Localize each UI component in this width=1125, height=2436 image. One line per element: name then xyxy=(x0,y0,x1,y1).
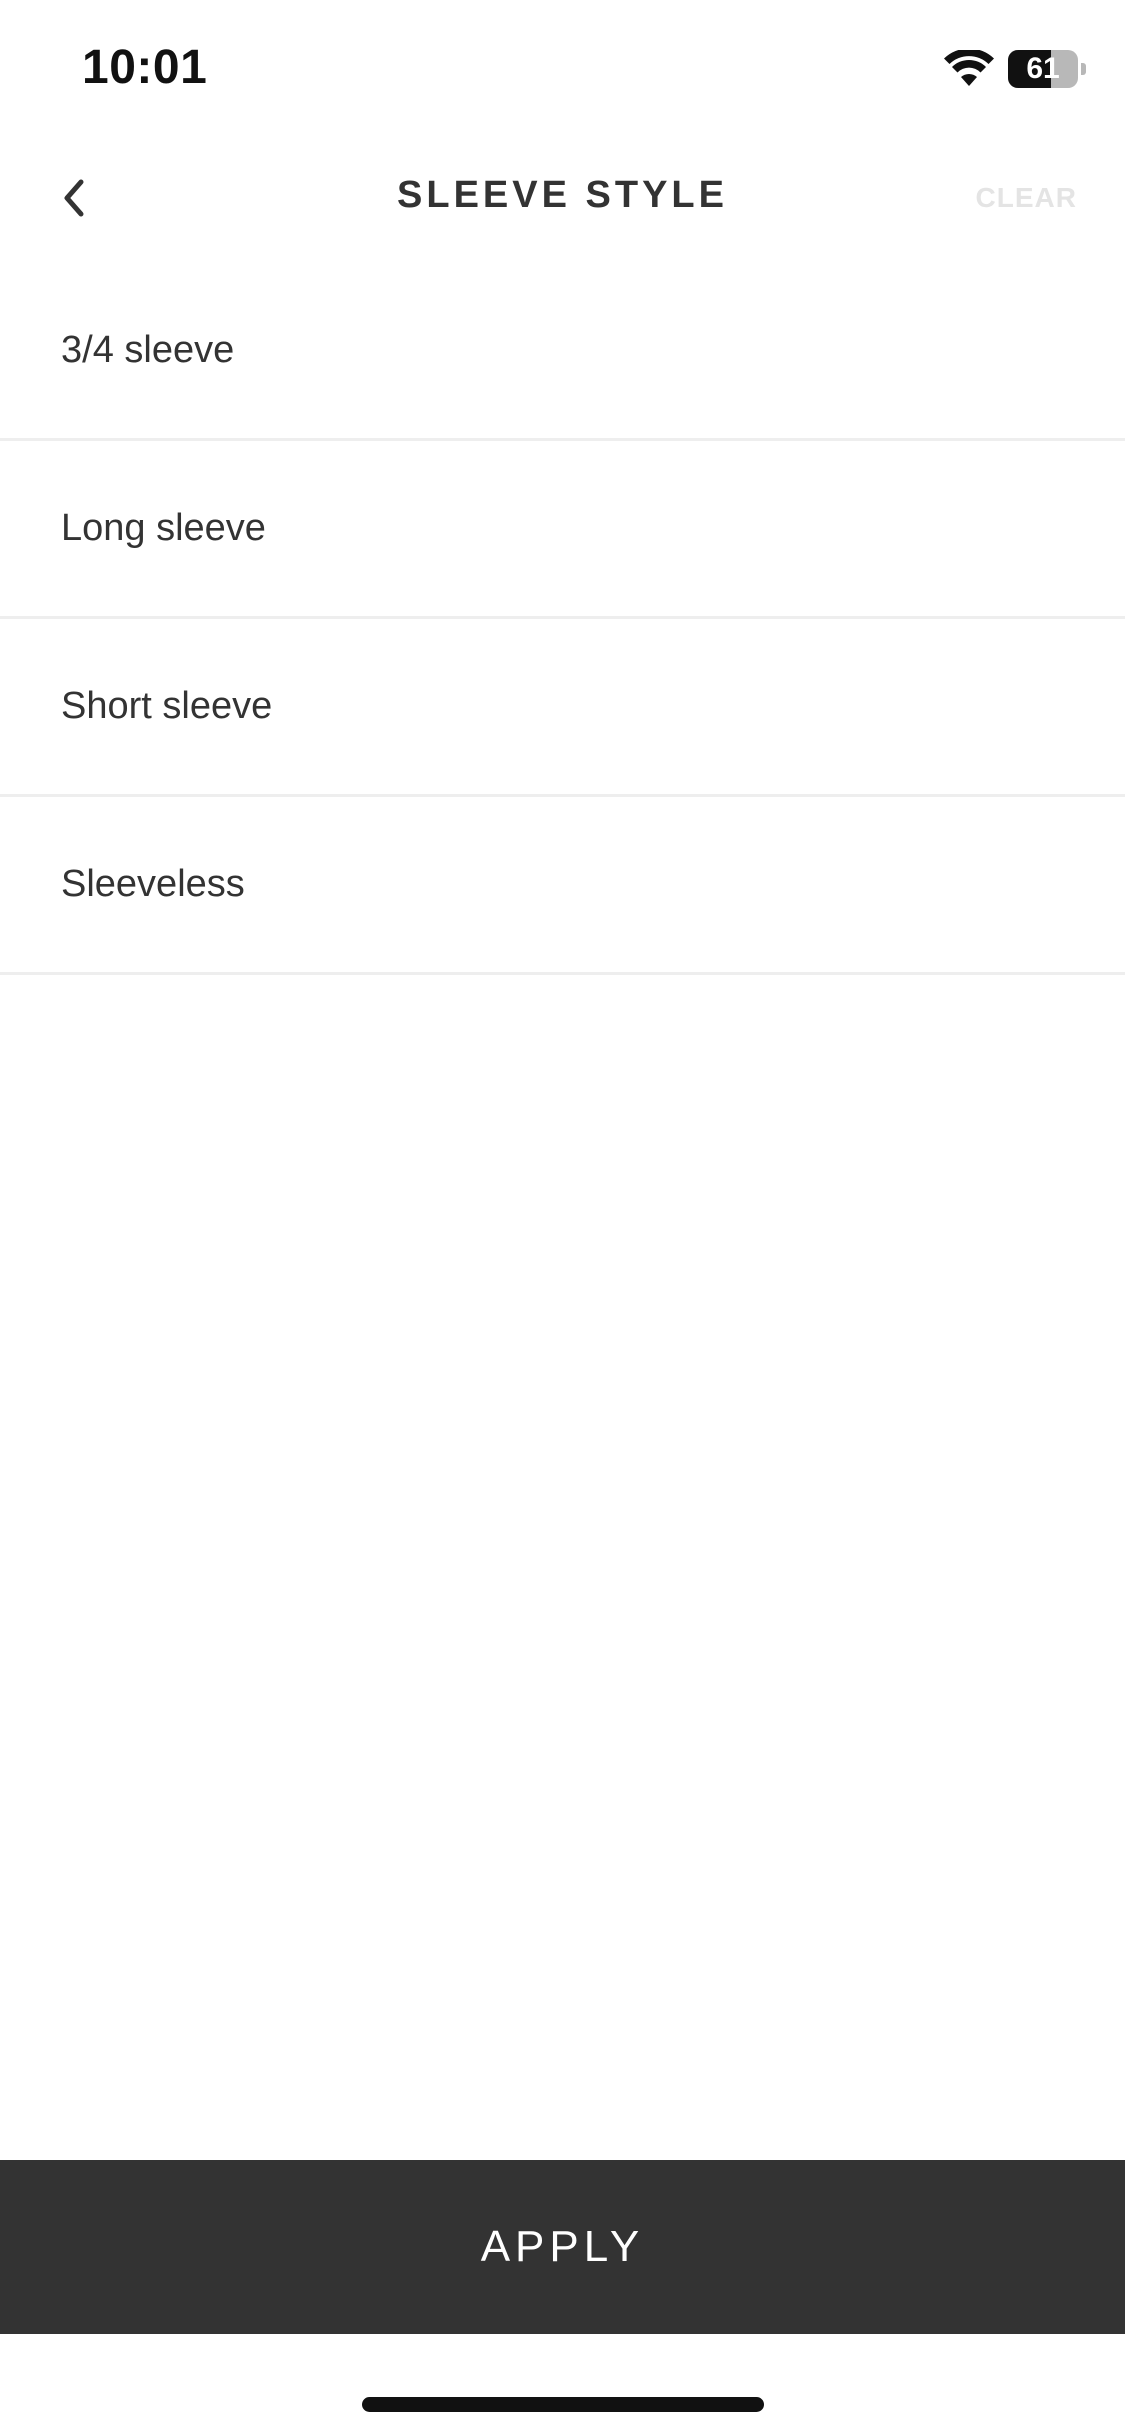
option-label: Sleeveless xyxy=(61,863,245,905)
status-time: 10:01 xyxy=(82,41,208,94)
battery-nub xyxy=(1081,63,1086,75)
status-bar: 10:01 61 xyxy=(0,0,1125,140)
clear-button[interactable]: CLEAR xyxy=(976,182,1077,214)
option-3-4-sleeve[interactable]: 3/4 sleeve xyxy=(0,263,1125,441)
nav-bar: SLEEVE STYLE CLEAR xyxy=(0,140,1125,255)
apply-button[interactable]: APPLY xyxy=(0,2160,1125,2334)
battery-level: 61 xyxy=(1026,52,1060,85)
option-sleeveless[interactable]: Sleeveless xyxy=(0,797,1125,975)
wifi-icon xyxy=(944,50,994,86)
option-label: Long sleeve xyxy=(61,507,266,549)
battery-body: 61 xyxy=(1008,50,1078,88)
option-label: 3/4 sleeve xyxy=(61,329,235,371)
page-title: SLEEVE STYLE xyxy=(397,174,728,216)
sleeve-style-options: 3/4 sleeve Long sleeve Short sleeve Slee… xyxy=(0,263,1125,975)
battery-icon: 61 xyxy=(1008,50,1086,88)
home-indicator xyxy=(362,2397,764,2412)
option-label: Short sleeve xyxy=(61,685,273,727)
apply-label: APPLY xyxy=(480,2222,645,2271)
option-short-sleeve[interactable]: Short sleeve xyxy=(0,619,1125,797)
option-long-sleeve[interactable]: Long sleeve xyxy=(0,441,1125,619)
